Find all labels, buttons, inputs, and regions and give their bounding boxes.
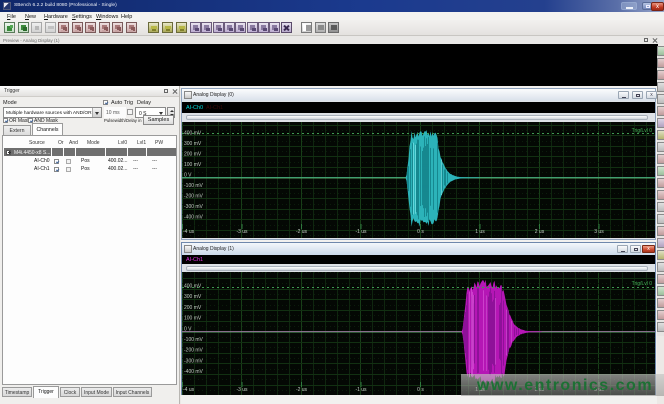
svg-text:-2 us: -2 us [296, 229, 308, 235]
svg-text:100 mV: 100 mV [184, 162, 202, 168]
svg-text:200 mV: 200 mV [184, 305, 202, 311]
svg-text:Trig/Lvl 0: Trig/Lvl 0 [632, 281, 653, 287]
svg-text:-3 us: -3 us [236, 387, 248, 393]
svg-text:1 us: 1 us [475, 229, 485, 235]
svg-text:0 s: 0 s [417, 229, 424, 235]
svg-text:-400 mV: -400 mV [184, 214, 204, 220]
svg-text:100 mV: 100 mV [184, 316, 202, 322]
svg-text:-400 mV: -400 mV [184, 369, 204, 375]
svg-text:-100 mV: -100 mV [184, 183, 204, 189]
svg-text:0 V: 0 V [184, 172, 192, 178]
svg-text:0 V: 0 V [184, 326, 192, 332]
svg-text:-300 mV: -300 mV [184, 204, 204, 210]
svg-text:200 mV: 200 mV [184, 151, 202, 157]
svg-text:400 mV: 400 mV [184, 284, 202, 290]
svg-text:-1 us: -1 us [355, 229, 367, 235]
svg-text:400 mV: 400 mV [184, 130, 202, 136]
svg-text:2 us: 2 us [535, 229, 545, 235]
svg-text:Trig/Lvl 0: Trig/Lvl 0 [632, 128, 653, 134]
svg-text:300 mV: 300 mV [184, 141, 202, 147]
svg-text:300 mV: 300 mV [184, 294, 202, 300]
svg-text:-200 mV: -200 mV [184, 348, 204, 354]
svg-text:-2 us: -2 us [296, 387, 308, 393]
svg-text:-1 us: -1 us [355, 387, 367, 393]
svg-text:-300 mV: -300 mV [184, 358, 204, 364]
svg-text:-100 mV: -100 mV [184, 337, 204, 343]
svg-text:-200 mV: -200 mV [184, 193, 204, 199]
svg-text:-4 us: -4 us [183, 229, 195, 235]
svg-text:-4 us: -4 us [183, 387, 195, 393]
svg-text:0 s: 0 s [417, 387, 424, 393]
svg-text:3 us: 3 us [594, 229, 604, 235]
svg-text:-3 us: -3 us [236, 229, 248, 235]
